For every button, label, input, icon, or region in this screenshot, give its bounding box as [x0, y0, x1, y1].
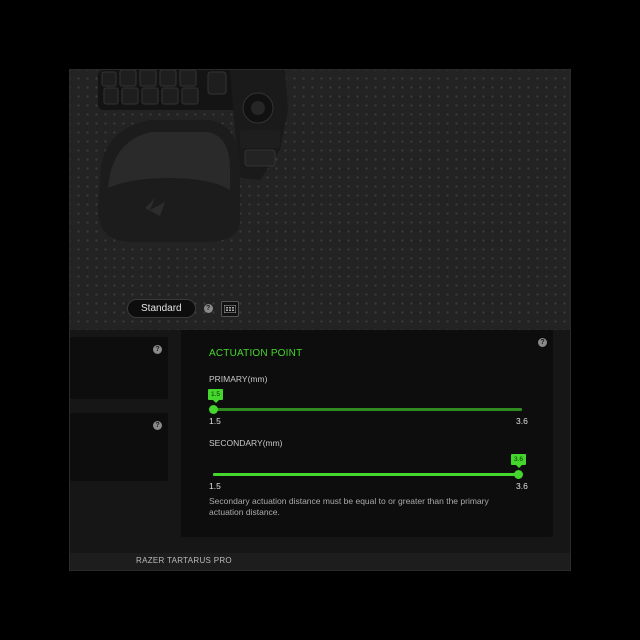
side-card-bottom: ?	[70, 413, 168, 481]
primary-slider-thumb[interactable]	[209, 405, 218, 414]
question-icon[interactable]: ?	[153, 345, 162, 354]
question-icon[interactable]: ?	[203, 304, 213, 313]
primary-min-label: 1.5	[209, 416, 221, 426]
primary-max-label: 3.6	[516, 416, 528, 426]
primary-value-tooltip: 1.5	[208, 389, 224, 403]
primary-slider-track[interactable]	[213, 408, 522, 411]
secondary-max-label: 3.6	[516, 481, 528, 491]
secondary-label: SECONDARY(mm)	[209, 438, 283, 448]
actuation-note: Secondary actuation distance must be equ…	[209, 496, 489, 517]
question-icon[interactable]: ?	[153, 421, 162, 430]
secondary-slider-track[interactable]	[213, 473, 522, 476]
profile-controls: Standard ?	[127, 299, 239, 318]
device-name: RAZER TARTARUS PRO	[136, 556, 232, 565]
device-preview: Standard ?	[70, 70, 570, 330]
status-bar: RAZER TARTARUS PRO	[70, 553, 570, 570]
side-card-top: ?	[70, 337, 168, 399]
profile-dropdown[interactable]: Standard	[127, 299, 196, 318]
secondary-min-label: 1.5	[209, 481, 221, 491]
synapse-window: Standard ? ? ? ? ACTUATION POINT PRIMARY…	[70, 70, 570, 570]
secondary-slider-thumb[interactable]	[514, 470, 523, 479]
keypad-layout-button[interactable]	[220, 300, 239, 317]
actuation-point-card: ? ACTUATION POINT PRIMARY(mm) 1.5 1.5 3.…	[181, 330, 553, 537]
actuation-point-title: ACTUATION POINT	[209, 348, 303, 359]
tartarus-pro-image	[98, 70, 288, 242]
question-icon[interactable]: ?	[538, 338, 547, 347]
keypad-layout-icon	[223, 304, 236, 313]
secondary-value-tooltip: 3.6	[511, 454, 527, 468]
primary-label: PRIMARY(mm)	[209, 374, 268, 384]
